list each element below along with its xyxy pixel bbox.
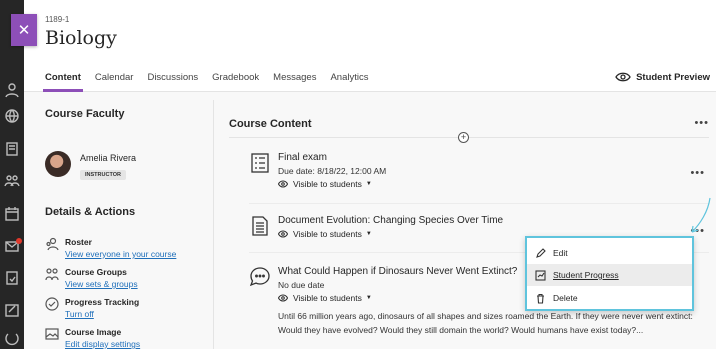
menu-student-progress[interactable]: Student Progress — [527, 264, 692, 286]
user-icon[interactable] — [4, 82, 20, 98]
item-due-date: Due date: 8/18/22, 12:00 AM — [278, 166, 387, 176]
visibility-label: Visible to students — [293, 229, 362, 239]
groups-link[interactable]: View sets & groups — [65, 279, 138, 289]
menu-student-progress-label: Student Progress — [553, 270, 619, 280]
courses-icon[interactable] — [4, 141, 20, 157]
eye-icon — [278, 294, 288, 302]
content-divider — [229, 137, 709, 138]
roster-link[interactable]: View everyone in your course — [65, 249, 176, 259]
test-icon — [249, 152, 271, 174]
faculty-role-badge: INSTRUCTOR — [80, 170, 126, 180]
roster-title: Roster — [65, 237, 92, 247]
progress-title: Progress Tracking — [65, 297, 140, 307]
tab-gradebook[interactable]: Gradebook — [212, 72, 259, 92]
grades-icon[interactable] — [4, 270, 20, 286]
tab-analytics[interactable]: Analytics — [330, 72, 368, 92]
course-tabs: Content Calendar Discussions Gradebook M… — [43, 72, 382, 92]
visibility-label: Visible to students — [293, 179, 362, 189]
notification-badge — [16, 238, 22, 244]
tab-content[interactable]: Content — [43, 72, 83, 92]
item-separator — [249, 203, 709, 204]
menu-delete[interactable]: Delete — [527, 287, 692, 309]
faculty-name: Amelia Rivera — [80, 153, 137, 163]
tab-calendar[interactable]: Calendar — [95, 72, 134, 92]
signout-icon[interactable] — [4, 330, 20, 346]
student-preview-button[interactable]: Student Preview — [615, 71, 710, 83]
menu-edit[interactable]: Edit — [527, 242, 692, 264]
roster-action: Roster View everyone in your course — [45, 237, 176, 259]
course-title: Biology — [45, 27, 117, 49]
column-divider — [213, 100, 214, 349]
close-course-button[interactable]: ✕ — [11, 14, 37, 46]
details-sidebar: Course Faculty Amelia Rivera INSTRUCTOR … — [45, 108, 211, 349]
groups-title: Course Groups — [65, 267, 127, 277]
eye-icon — [278, 230, 288, 238]
course-header: 1189-1 Biology Content Calendar Discussi… — [24, 0, 716, 92]
content-more-icon[interactable]: ••• — [694, 117, 709, 129]
tab-messages[interactable]: Messages — [273, 72, 316, 92]
student-preview-label: Student Preview — [636, 71, 710, 83]
globe-icon[interactable] — [4, 108, 20, 124]
course-id: 1189-1 — [45, 15, 70, 24]
progress-link[interactable]: Turn off — [65, 309, 139, 319]
calendar-icon[interactable] — [4, 206, 20, 222]
image-action: Course Image Edit display settings — [45, 327, 140, 349]
pencil-icon — [536, 247, 546, 258]
progress-report-icon — [535, 269, 546, 281]
caret-down-icon: ▼ — [365, 295, 372, 301]
groups-icon — [45, 267, 59, 281]
image-link[interactable]: Edit display settings — [65, 339, 140, 349]
faculty-card: Amelia Rivera INSTRUCTOR — [45, 151, 136, 181]
item-more-icon[interactable]: ••• — [690, 167, 705, 179]
progress-action: Progress Tracking Turn off — [45, 297, 139, 319]
organizations-icon[interactable] — [4, 173, 20, 189]
discussion-icon — [249, 266, 271, 288]
visibility-label: Visible to students — [293, 293, 362, 303]
item-title[interactable]: Final exam — [278, 152, 698, 163]
faculty-title: Course Faculty — [45, 108, 125, 120]
visibility-dropdown[interactable]: Visible to students ▼ — [278, 179, 698, 189]
avatar — [45, 151, 71, 177]
caret-down-icon: ▼ — [365, 181, 372, 187]
document-icon — [249, 215, 271, 237]
image-title: Course Image — [65, 327, 122, 337]
eye-icon — [278, 180, 288, 188]
menu-delete-label: Delete — [553, 293, 578, 303]
eye-preview-icon — [615, 72, 631, 82]
course-content-title: Course Content — [229, 118, 312, 130]
item-options-menu: Edit Student Progress Delete — [525, 236, 694, 311]
close-icon: ✕ — [17, 22, 31, 39]
tools-icon[interactable] — [4, 302, 20, 318]
details-title: Details & Actions — [45, 206, 136, 218]
item-description: Until 66 million years ago, dinosaurs of… — [278, 311, 693, 335]
image-icon — [45, 327, 59, 341]
caret-down-icon: ▼ — [365, 231, 372, 237]
tab-discussions[interactable]: Discussions — [147, 72, 198, 92]
trash-icon — [537, 293, 544, 304]
app-rail — [0, 0, 24, 349]
item-title[interactable]: Document Evolution: Changing Species Ove… — [278, 215, 698, 226]
progress-check-icon — [45, 297, 59, 311]
add-content-button[interactable]: + — [458, 132, 469, 143]
groups-action: Course Groups View sets & groups — [45, 267, 138, 289]
roster-icon — [45, 237, 59, 251]
menu-edit-label: Edit — [553, 248, 568, 258]
annotation-arrow — [691, 197, 711, 233]
